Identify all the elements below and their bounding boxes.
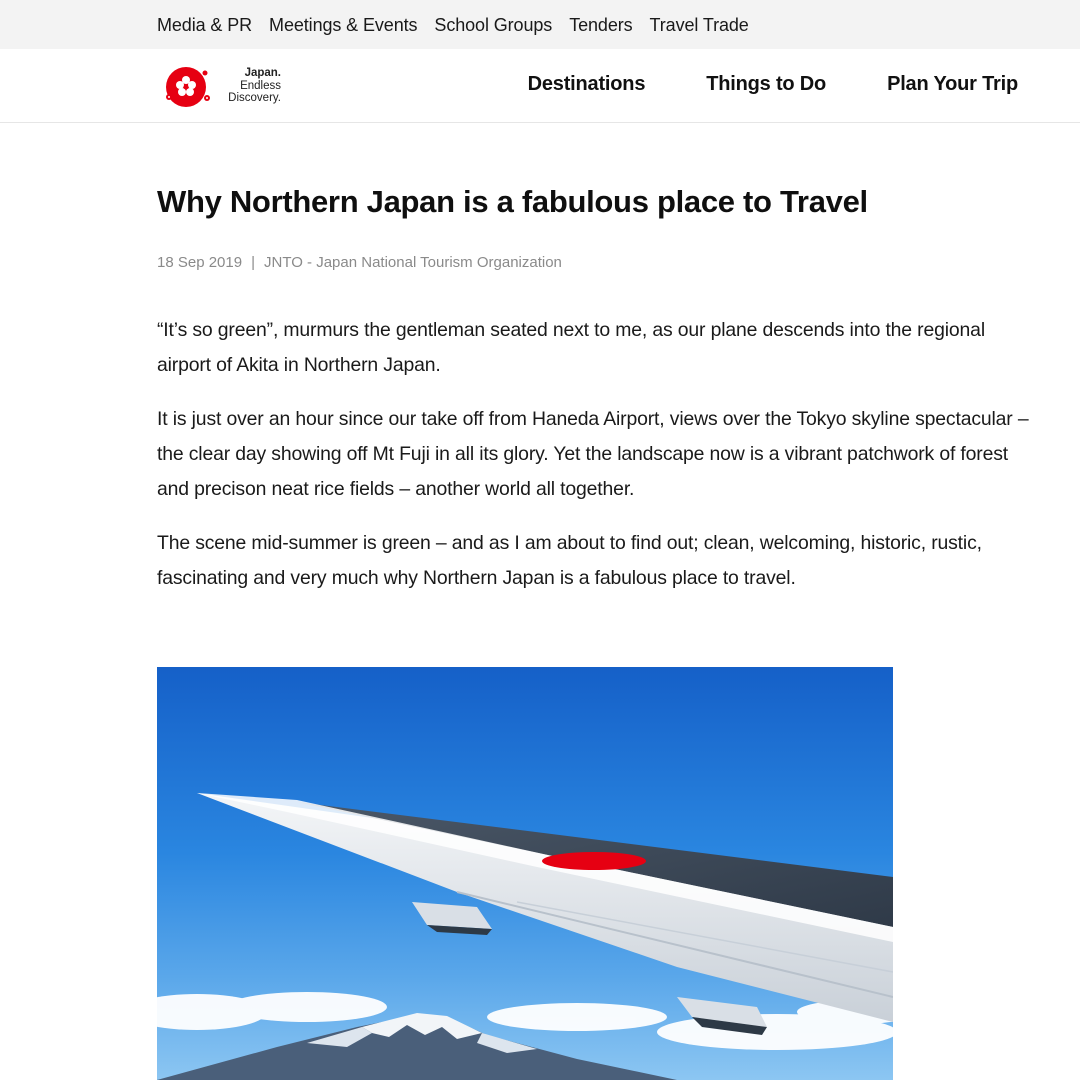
utility-link-travel-trade[interactable]: Travel Trade [650,15,749,36]
logo-line-1: Japan. [244,67,281,79]
nav-destinations[interactable]: Destinations [528,73,646,96]
site-logo[interactable]: Japan. Endless Discovery. [163,64,281,110]
main-header: Japan. Endless Discovery. Destinations T… [0,49,1080,123]
article-paragraph-3: The scene mid-summer is green – and as I… [157,532,982,589]
utility-link-tenders[interactable]: Tenders [569,15,632,36]
article-body: “It’s so green”, murmurs the gentleman s… [157,313,1042,615]
hero-image-plane-wing-mt-fuji [157,667,893,1080]
article-meta: 18 Sep 2019 | JNTO - Japan National Touris… [157,254,562,271]
utility-link-media-pr[interactable]: Media & PR [157,15,252,36]
utility-link-school-groups[interactable]: School Groups [434,15,552,36]
logo-wordmark: Japan. Endless Discovery. [221,67,281,105]
utility-bar: Media & PR Meetings & Events School Grou… [0,0,1080,49]
cherry-blossom-logo-icon [166,67,210,107]
article-paragraph-1: “It’s so green”, murmurs the gentleman s… [157,319,985,376]
main-nav: Destinations Things to Do Plan Your Trip [528,73,1019,96]
meta-separator: | [251,254,255,271]
hinomaru-icon [542,852,646,870]
article-paragraph-2: It is just over an hour since our take o… [157,408,1029,500]
article-title: Why Northern Japan is a fabulous place t… [157,184,868,219]
logo-line-2: Endless [240,79,281,92]
utility-nav: Media & PR Meetings & Events School Grou… [157,15,749,36]
hero-image-illustration [157,667,893,1080]
logo-line-3: Discovery. [228,92,281,104]
article-author: JNTO - Japan National Tourism Organizati… [263,254,562,271]
utility-link-meetings-events[interactable]: Meetings & Events [269,15,417,36]
nav-plan-your-trip[interactable]: Plan Your Trip [887,73,1018,96]
nav-things-to-do[interactable]: Things to Do [706,73,826,96]
article-date: 18 Sep 2019 [157,254,243,271]
